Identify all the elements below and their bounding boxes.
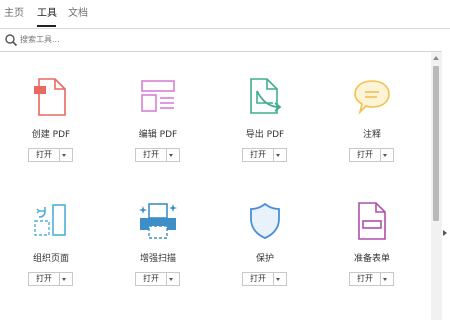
edit-pdf-icon xyxy=(141,80,175,112)
tool-edit-pdf[interactable]: 编辑 PDF 打开 xyxy=(108,77,208,187)
open-button[interactable]: 打开 xyxy=(349,272,394,286)
chevron-down-icon[interactable] xyxy=(383,154,387,157)
protect-icon xyxy=(250,202,280,239)
tab-bar: 主页 工具 文档 xyxy=(0,0,450,29)
tool-label: 准备表单 xyxy=(353,254,390,264)
chevron-down-icon[interactable] xyxy=(383,278,387,281)
tab-home[interactable]: 主页 xyxy=(4,8,24,20)
tool-label: 组织页面 xyxy=(32,254,69,264)
tool-label: 创建 PDF xyxy=(31,130,71,140)
export-pdf-icon xyxy=(250,78,282,114)
expand-panel-icon[interactable] xyxy=(443,230,447,236)
tool-label: 注释 xyxy=(362,130,381,140)
open-button-label: 打开 xyxy=(29,273,60,285)
chevron-down-icon[interactable] xyxy=(62,154,66,157)
tool-label: 保护 xyxy=(255,254,274,264)
open-button[interactable]: 打开 xyxy=(135,148,180,162)
tool-prepare-form[interactable]: 准备表单 打开 xyxy=(322,201,422,311)
scrollbar[interactable] xyxy=(431,52,442,320)
open-button[interactable]: 打开 xyxy=(242,272,287,286)
tool-export-pdf[interactable]: 导出 PDF 打开 xyxy=(215,77,315,187)
prepare-form-icon xyxy=(358,202,386,240)
open-button-label: 打开 xyxy=(243,273,274,285)
open-button[interactable]: 打开 xyxy=(28,148,73,162)
search-input[interactable] xyxy=(20,32,420,47)
open-button-label: 打开 xyxy=(350,149,381,161)
chevron-down-icon[interactable] xyxy=(169,154,173,157)
scroll-thumb[interactable] xyxy=(433,66,439,221)
open-button-label: 打开 xyxy=(243,149,274,161)
open-button[interactable]: 打开 xyxy=(349,148,394,162)
search-bar xyxy=(0,29,442,52)
tool-label: 导出 PDF xyxy=(245,130,285,140)
comment-icon xyxy=(354,80,390,115)
tool-comment[interactable]: 注释 打开 xyxy=(322,77,422,187)
enhance-scan-icon xyxy=(139,203,177,239)
create-pdf-icon xyxy=(34,78,66,116)
tool-label: 增强扫描 xyxy=(139,254,176,264)
tool-label: 编辑 PDF xyxy=(138,130,178,140)
open-button[interactable]: 打开 xyxy=(28,272,73,286)
open-button-label: 打开 xyxy=(350,273,381,285)
tool-enhance-scan[interactable]: 增强扫描 打开 xyxy=(108,201,208,311)
active-tab-indicator xyxy=(37,25,56,27)
chevron-down-icon[interactable] xyxy=(276,278,280,281)
chevron-down-icon[interactable] xyxy=(276,154,280,157)
open-button[interactable]: 打开 xyxy=(135,272,180,286)
chevron-down-icon[interactable] xyxy=(62,278,66,281)
tool-create-pdf[interactable]: 创建 PDF 打开 xyxy=(1,77,101,187)
tool-organize-pages[interactable]: 组织页面 打开 xyxy=(1,201,101,311)
open-button[interactable]: 打开 xyxy=(242,148,287,162)
open-button-label: 打开 xyxy=(136,149,167,161)
tab-tools[interactable]: 工具 xyxy=(37,8,57,20)
open-button-label: 打开 xyxy=(29,149,60,161)
chevron-down-icon[interactable] xyxy=(169,278,173,281)
tab-documents[interactable]: 文档 xyxy=(68,8,88,20)
search-icon[interactable] xyxy=(4,33,18,47)
organize-pages-icon xyxy=(34,204,66,236)
tool-protect[interactable]: 保护 打开 xyxy=(215,201,315,311)
scroll-up-icon[interactable] xyxy=(433,56,439,60)
open-button-label: 打开 xyxy=(136,273,167,285)
